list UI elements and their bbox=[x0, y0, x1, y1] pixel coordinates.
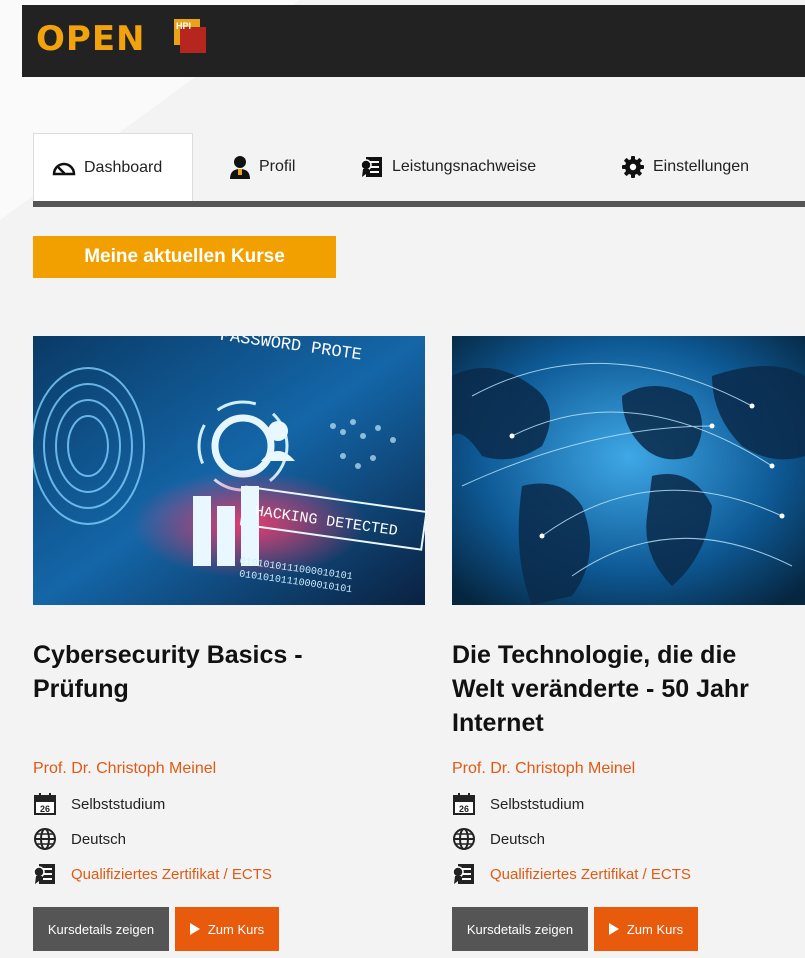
course-format-label: Selbststudium bbox=[71, 795, 166, 813]
user-icon bbox=[230, 156, 250, 179]
course-details-button[interactable]: Kursdetails zeigen bbox=[33, 907, 169, 951]
course-certificate-link[interactable]: Qualifiziertes Zertifikat / ECTS bbox=[71, 866, 272, 883]
globe-icon bbox=[453, 828, 475, 850]
play-icon bbox=[189, 923, 200, 935]
section-heading: Meine aktuellen Kurse bbox=[33, 236, 336, 278]
course-details-button[interactable]: Kursdetails zeigen bbox=[452, 907, 588, 951]
dashboard-gauge-icon bbox=[52, 162, 76, 175]
go-to-course-button[interactable]: Zum Kurs bbox=[175, 907, 279, 951]
course-card: Die Technologie, die die Welt veränderte… bbox=[452, 336, 805, 956]
course-title[interactable]: Die Technologie, die die Welt veränderte… bbox=[452, 638, 749, 740]
course-format: 26 Selbststudium bbox=[33, 792, 165, 816]
globe-icon bbox=[34, 828, 56, 850]
course-title[interactable]: Cybersecurity Basics - Prüfung bbox=[33, 638, 303, 706]
tab-dashboard-label: Dashboard bbox=[84, 158, 163, 176]
certificate-icon bbox=[33, 864, 55, 884]
hpi-logo-mark: HPI bbox=[174, 19, 206, 53]
logo-text: OPEN bbox=[36, 19, 146, 59]
tab-leistungsnachweise-label: Leistungsnachweise bbox=[392, 158, 537, 175]
course-certificate: Qualifiziertes Zertifikat / ECTS bbox=[452, 862, 691, 886]
tab-profil-label: Profil bbox=[259, 158, 296, 175]
gear-icon bbox=[622, 156, 644, 178]
dashboard-tabs: Dashboard Profil Leistungsnachweise Eins… bbox=[33, 133, 805, 203]
hpi-badge-text: HPI bbox=[176, 21, 192, 31]
course-language-label: Deutsch bbox=[71, 830, 127, 848]
tab-leistungsnachweise[interactable]: Leistungsnachweise bbox=[360, 133, 536, 201]
course-certificate: Qualifiziertes Zertifikat / ECTS bbox=[33, 862, 272, 886]
course-card: HACKING DETECTED PASSWORD PROTE 01010101… bbox=[33, 336, 425, 956]
tabs-underline bbox=[33, 201, 805, 207]
go-to-course-button[interactable]: Zum Kurs bbox=[594, 907, 698, 951]
course-certificate-link[interactable]: Qualifiziertes Zertifikat / ECTS bbox=[490, 866, 691, 883]
tab-profil[interactable]: Profil bbox=[229, 133, 295, 201]
calendar-icon: 26 bbox=[453, 793, 475, 815]
certificate-icon bbox=[360, 157, 382, 177]
course-teacher[interactable]: Prof. Dr. Christoph Meinel bbox=[452, 760, 635, 778]
course-format: 26 Selbststudium bbox=[452, 792, 584, 816]
tab-einstellungen-label: Einstellungen bbox=[653, 158, 750, 175]
svg-text:26: 26 bbox=[40, 804, 50, 814]
course-language: Deutsch bbox=[452, 827, 545, 851]
course-image[interactable]: HACKING DETECTED PASSWORD PROTE 01010101… bbox=[33, 336, 425, 605]
course-image[interactable] bbox=[452, 336, 805, 605]
course-language: Deutsch bbox=[33, 827, 126, 851]
top-navigation-bar: OPEN HPI bbox=[22, 5, 805, 77]
course-teacher[interactable]: Prof. Dr. Christoph Meinel bbox=[33, 760, 216, 778]
course-format-label: Selbststudium bbox=[490, 795, 585, 813]
play-icon bbox=[608, 923, 619, 935]
tab-einstellungen[interactable]: Einstellungen bbox=[621, 133, 749, 201]
svg-text:26: 26 bbox=[459, 804, 469, 814]
certificate-icon bbox=[452, 864, 474, 884]
section-heading-text: Meine aktuellen Kurse bbox=[84, 246, 285, 267]
calendar-icon: 26 bbox=[34, 793, 56, 815]
tab-dashboard[interactable]: Dashboard bbox=[33, 133, 193, 201]
course-language-label: Deutsch bbox=[490, 830, 546, 848]
